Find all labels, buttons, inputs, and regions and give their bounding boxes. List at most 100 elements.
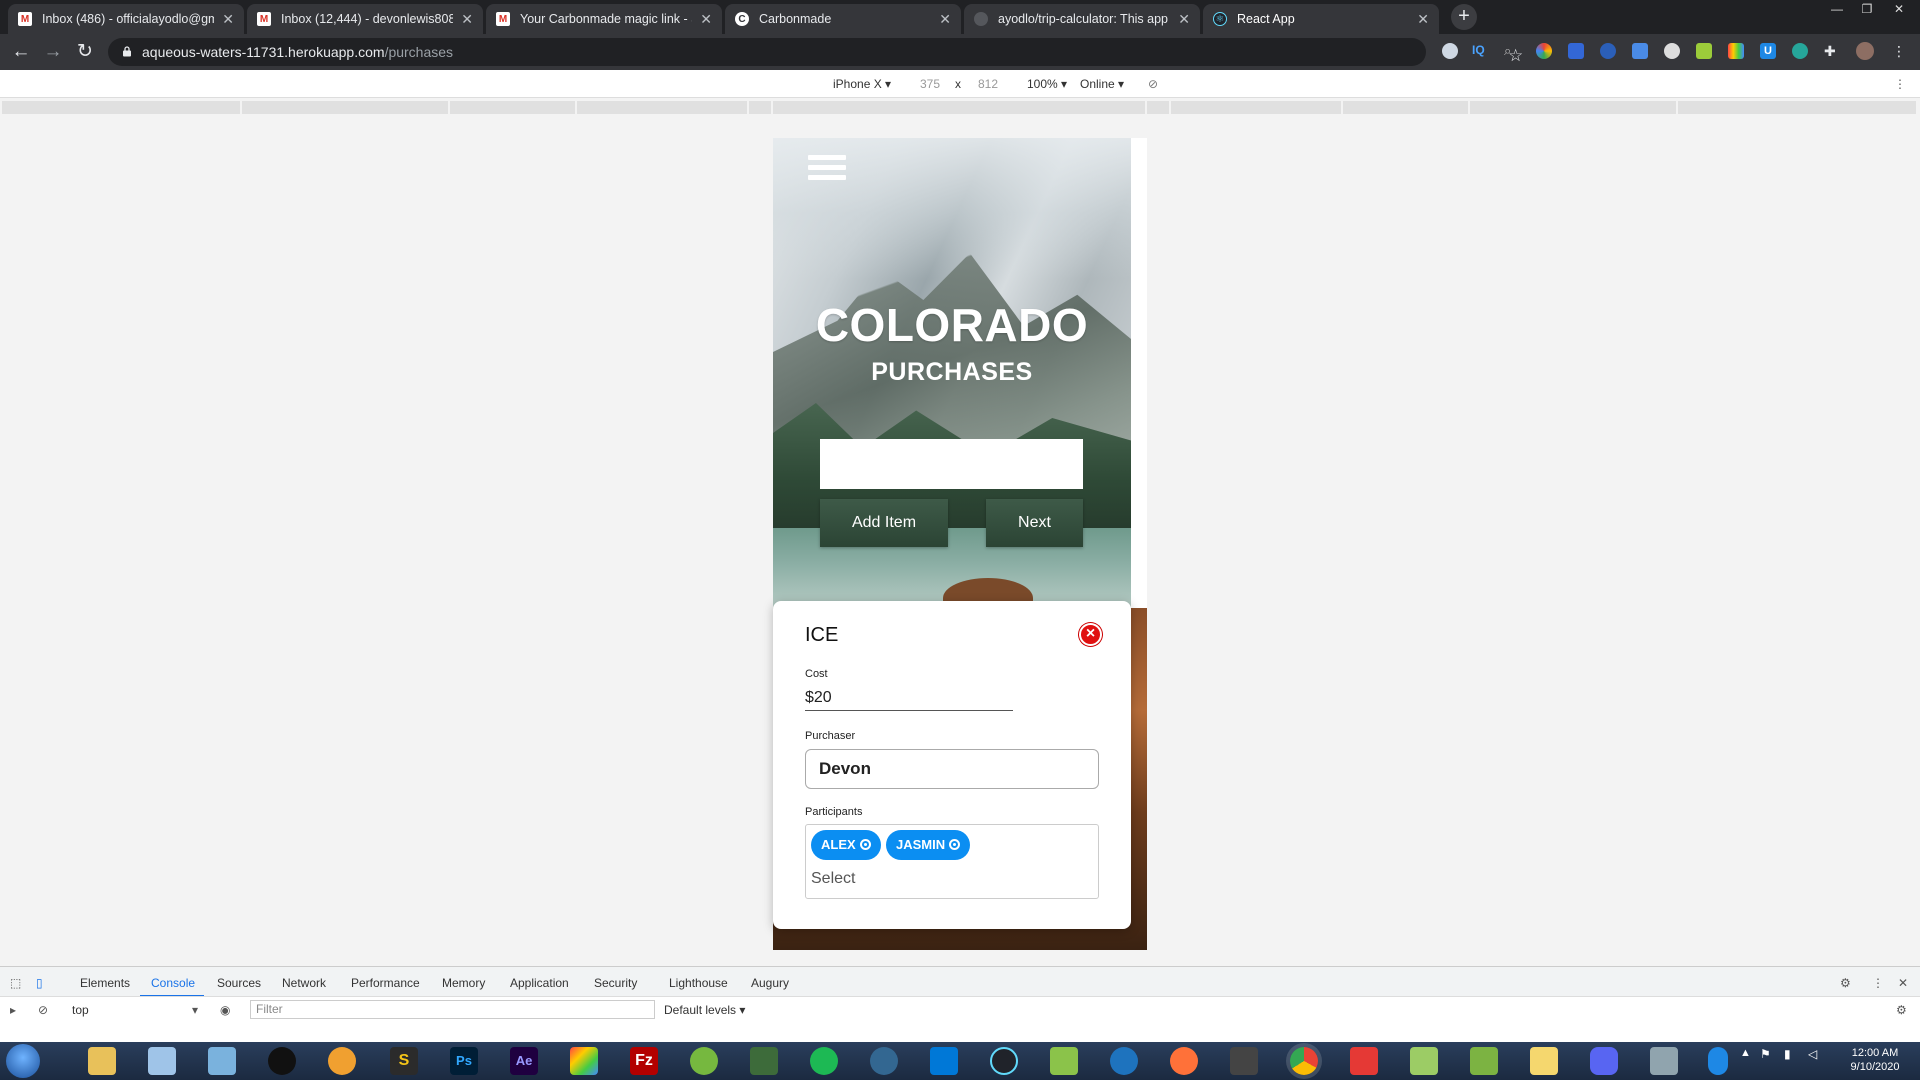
app-icon[interactable] [208,1047,236,1075]
ruler-segment[interactable] [773,101,1147,114]
device-toolbar-menu-icon[interactable]: ⋮ [1894,77,1906,91]
devtools-close-icon[interactable]: ✕ [1898,976,1908,990]
clear-console-icon[interactable]: ⊘ [38,1003,48,1017]
devtools-settings-icon[interactable]: ⚙ [1840,976,1851,990]
remove-participant-icon[interactable] [859,839,871,850]
close-tab-icon[interactable]: ✕ [1178,11,1190,28]
item-name-input[interactable] [820,439,1083,489]
extension-icon[interactable] [1728,43,1744,59]
console-filter-input[interactable]: Filter [250,1000,655,1019]
zoom-select[interactable]: 100% ▾ [1027,77,1067,91]
utorrent-icon[interactable] [690,1047,718,1075]
console-output[interactable] [0,1022,1920,1042]
extension-icon[interactable] [1600,43,1616,59]
extension-color-icon[interactable] [1536,43,1552,59]
app-icon[interactable] [1650,1047,1678,1075]
restore-icon[interactable]: ❐ [1852,0,1882,20]
close-tab-icon[interactable]: ✕ [461,11,473,28]
ruler-segment[interactable] [242,101,450,114]
app-icon[interactable] [570,1047,598,1075]
close-window-icon[interactable]: ✕ [1884,0,1914,20]
volume-icon[interactable]: ◁ [1808,1047,1826,1075]
network-select[interactable]: Online ▾ [1080,77,1124,91]
ruler-segment[interactable] [749,101,773,114]
tab-performance[interactable]: Performance [351,976,420,990]
tab-elements[interactable]: Elements [80,976,130,990]
inspect-element-icon[interactable]: ⬚ [10,976,21,990]
viewport-height[interactable]: 812 [978,77,998,91]
log-levels-select[interactable]: Default levels ▾ [664,1003,745,1017]
add-item-button[interactable]: Add Item [820,499,948,547]
vscode-icon[interactable] [930,1047,958,1075]
participant-chip[interactable]: JASMIN [886,830,971,860]
app-icon[interactable] [1230,1047,1258,1075]
close-tab-icon[interactable]: ✕ [700,11,712,28]
chrome-icon[interactable] [1290,1047,1318,1075]
tray-arrow-icon[interactable]: ▲ [1740,1047,1754,1075]
purchaser-input[interactable] [805,749,1099,789]
firefox-icon[interactable] [1170,1047,1198,1075]
reload-icon[interactable]: ↻ [74,41,96,63]
chrome-menu-icon[interactable]: ⋮ [1892,43,1908,59]
participant-chip[interactable]: ALEX [811,830,881,860]
ruler-segment[interactable] [1470,101,1678,114]
app-icon[interactable] [1350,1047,1378,1075]
app-icon[interactable] [1410,1047,1438,1075]
remove-participant-icon[interactable] [949,839,961,850]
tab-network[interactable]: Network [282,976,326,990]
tab-console[interactable]: Console [151,976,195,990]
file-explorer-icon[interactable] [88,1047,116,1075]
tab-sources[interactable]: Sources [217,976,261,990]
tray-flag-icon[interactable]: ⚑ [1760,1047,1778,1075]
rotate-icon[interactable]: ⊘ [1148,77,1158,91]
ruler-segment[interactable] [1171,101,1343,114]
extension-search-icon[interactable]: ⌕ [1504,43,1520,59]
app-icon[interactable] [1050,1047,1078,1075]
system-clock[interactable]: 12:00 AM 9/10/2020 [1840,1046,1910,1074]
close-tab-icon[interactable]: ✕ [1417,11,1429,28]
hamburger-menu-icon[interactable] [808,155,846,185]
cost-input[interactable] [805,689,995,707]
address-bar[interactable]: aqueous-waters-11731.herokuapp.com/purch… [108,38,1523,66]
tab-memory[interactable]: Memory [442,976,485,990]
device-select[interactable]: iPhone X ▾ [833,77,891,91]
next-button[interactable]: Next [986,499,1083,547]
context-select[interactable]: top [72,1003,89,1017]
context-dropdown-icon[interactable]: ▾ [192,1003,198,1017]
forward-icon[interactable]: → [42,41,64,63]
extension-icon[interactable] [1632,43,1648,59]
close-tab-icon[interactable]: ✕ [939,11,951,28]
discord-icon[interactable] [1590,1047,1618,1075]
photoshop-icon[interactable]: Ps [450,1047,478,1075]
browser-tab[interactable]: C Carbonmade ✕ [725,4,961,34]
ruler-segment[interactable] [1343,101,1470,114]
extensions-puzzle-icon[interactable]: ✚ [1824,43,1840,59]
tab-augury[interactable]: Augury [751,976,789,990]
live-expression-eye-icon[interactable]: ◉ [220,1003,230,1017]
ie-icon[interactable] [1110,1047,1138,1075]
extension-iq-icon[interactable]: IQ [1472,43,1488,59]
app-icon[interactable] [328,1047,356,1075]
spotify-icon[interactable] [810,1047,838,1075]
app-icon[interactable] [750,1047,778,1075]
postgres-icon[interactable] [870,1047,898,1075]
extension-gear-icon[interactable] [1792,43,1808,59]
tab-application[interactable]: Application [510,976,569,990]
browser-tab[interactable]: M Inbox (486) - officialayodlo@gm ✕ [8,4,244,34]
tab-security[interactable]: Security [594,976,637,990]
extension-icon[interactable] [1442,43,1458,59]
extension-icon[interactable] [1664,43,1680,59]
app-icon[interactable] [268,1047,296,1075]
participants-multiselect[interactable]: ALEX JASMIN Select [805,824,1099,899]
ruler-segment[interactable] [1678,101,1918,114]
participants-select-placeholder[interactable]: Select [811,870,855,888]
browser-tab-active[interactable]: ⚛ React App ✕ [1203,4,1439,34]
after-effects-icon[interactable]: Ae [510,1047,538,1075]
minimize-icon[interactable]: — [1822,0,1852,20]
extension-icon[interactable] [1696,43,1712,59]
device-toggle-icon[interactable]: ▯ [36,976,43,990]
app-icon[interactable] [1470,1047,1498,1075]
folder-icon[interactable] [1530,1047,1558,1075]
network-icon[interactable]: ▮ [1784,1047,1802,1075]
calculator-icon[interactable] [148,1047,176,1075]
